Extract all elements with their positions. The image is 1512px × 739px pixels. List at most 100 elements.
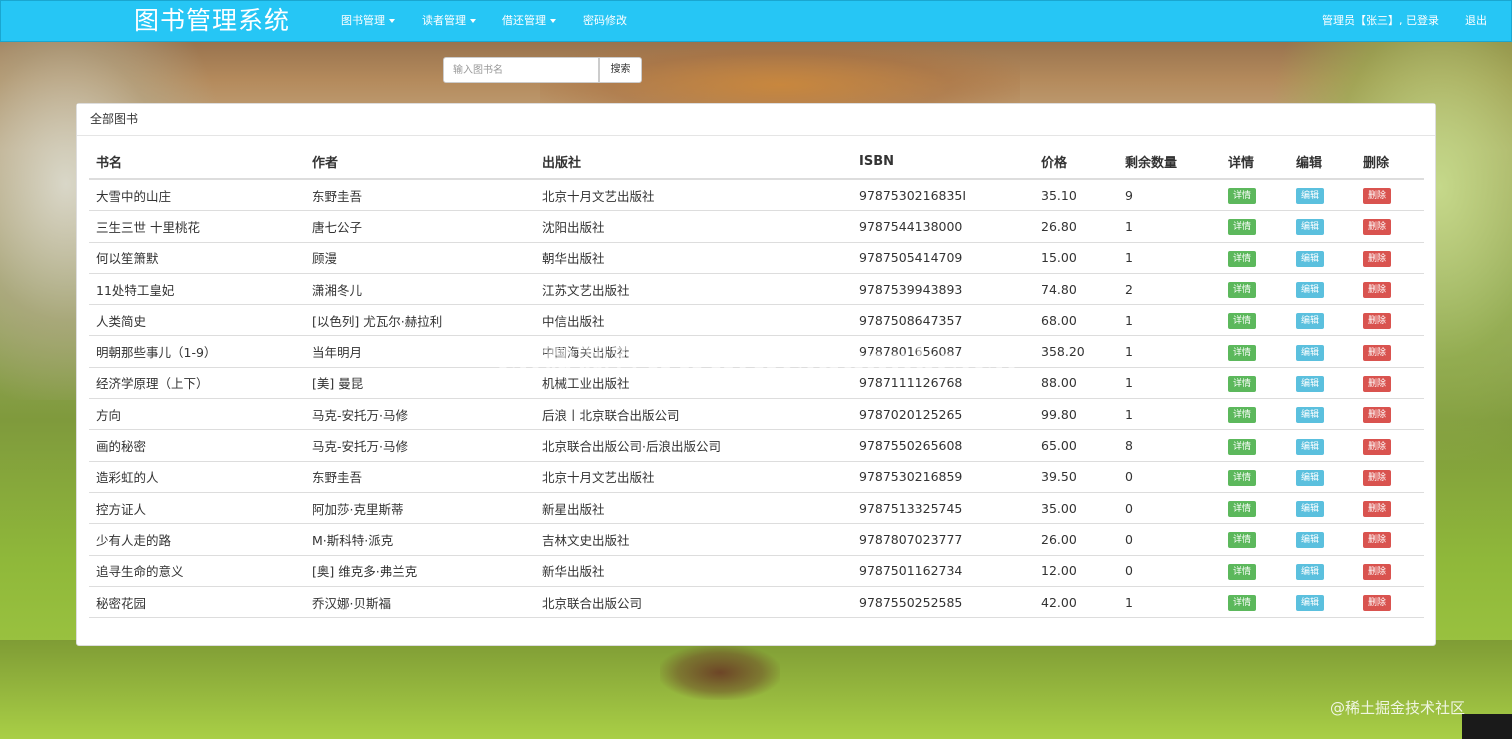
detail-button[interactable]: 详情 <box>1228 282 1257 299</box>
edit-button[interactable]: 编辑 <box>1296 188 1325 205</box>
edit-button[interactable]: 编辑 <box>1296 595 1325 611</box>
isbn-cell: 9787539943893 <box>852 273 1034 306</box>
app-title[interactable]: 图书管理系统 <box>134 5 290 37</box>
edit-button[interactable]: 编辑 <box>1296 469 1325 486</box>
stock-cell: 1 <box>1118 335 1221 368</box>
detail-button[interactable]: 详情 <box>1228 469 1257 486</box>
stock-cell: 1 <box>1118 242 1221 274</box>
nav-reader-management[interactable]: 读者管理 <box>422 1 476 41</box>
detail-cell: 详情 <box>1221 523 1289 556</box>
caret-down-icon <box>550 19 556 23</box>
edit-button[interactable]: 编辑 <box>1296 282 1325 299</box>
delete-button[interactable]: 删除 <box>1363 188 1392 205</box>
delete-button[interactable]: 删除 <box>1363 344 1392 361</box>
publisher-cell: 机械工业出版社 <box>535 367 852 400</box>
edit-button[interactable]: 编辑 <box>1296 219 1325 236</box>
edit-button[interactable]: 编辑 <box>1296 563 1325 580</box>
book-title-cell: 11处特工皇妃 <box>89 273 305 306</box>
price-cell: 74.80 <box>1034 273 1118 306</box>
detail-button[interactable]: 详情 <box>1228 595 1257 611</box>
edit-button[interactable]: 编辑 <box>1296 313 1325 330</box>
price-cell: 68.00 <box>1034 304 1118 337</box>
detail-button[interactable]: 详情 <box>1228 219 1257 236</box>
delete-button[interactable]: 删除 <box>1363 469 1392 486</box>
detail-button[interactable]: 详情 <box>1228 250 1257 267</box>
delete-button[interactable]: 删除 <box>1363 313 1392 330</box>
price-cell: 26.00 <box>1034 523 1118 556</box>
delete-button[interactable]: 删除 <box>1363 563 1392 580</box>
price-cell: 12.00 <box>1034 555 1118 587</box>
detail-button[interactable]: 详情 <box>1228 563 1257 580</box>
delete-cell: 删除 <box>1356 461 1424 493</box>
book-title-cell: 少有人走的路 <box>89 523 305 556</box>
delete-button[interactable]: 删除 <box>1363 595 1392 611</box>
nav-borrow-management[interactable]: 借还管理 <box>502 1 556 41</box>
table-row: 明朝那些事儿（1-9） 当年明月 中国海关出版社 9787801656087 358.2… <box>89 335 1424 368</box>
delete-button[interactable]: 删除 <box>1363 532 1392 549</box>
edit-cell: 编辑 <box>1289 398 1356 431</box>
delete-cell: 删除 <box>1356 304 1424 337</box>
publisher-cell: 吉林文史出版社 <box>535 523 852 556</box>
price-cell: 26.80 <box>1034 210 1118 243</box>
delete-button[interactable]: 删除 <box>1363 407 1392 424</box>
search-input[interactable] <box>443 57 599 83</box>
book-title-cell: 秘密花园 <box>89 586 305 619</box>
delete-button[interactable]: 删除 <box>1363 282 1392 299</box>
edit-button[interactable]: 编辑 <box>1296 344 1325 361</box>
isbn-cell: 9787111126768 <box>852 367 1034 400</box>
edit-button[interactable]: 编辑 <box>1296 375 1325 392</box>
edit-button[interactable]: 编辑 <box>1296 501 1325 518</box>
book-title-cell: 经济学原理（上下） <box>89 367 305 400</box>
footer-watermark: @稀土掘金技术社区 <box>1330 699 1466 717</box>
book-title-cell: 追寻生命的意义 <box>89 555 305 587</box>
isbn-cell: 9787550252585 <box>852 586 1034 619</box>
detail-button[interactable]: 详情 <box>1228 375 1257 392</box>
nav-book-management[interactable]: 图书管理 <box>341 1 395 41</box>
publisher-cell: 后浪丨北京联合出版公司 <box>535 398 852 431</box>
detail-button[interactable]: 详情 <box>1228 407 1257 424</box>
nav-label: 借还管理 <box>502 14 546 27</box>
isbn-cell: 9787505414709 <box>852 242 1034 274</box>
author-cell: M·斯科特·派克 <box>305 523 535 556</box>
delete-button[interactable]: 删除 <box>1363 250 1392 267</box>
delete-button[interactable]: 删除 <box>1363 438 1392 455</box>
edit-button[interactable]: 编辑 <box>1296 532 1325 549</box>
detail-button[interactable]: 详情 <box>1228 532 1257 549</box>
edit-button[interactable]: 编辑 <box>1296 438 1325 455</box>
delete-cell: 删除 <box>1356 210 1424 243</box>
table-row: 大雪中的山庄 东野圭吾 北京十月文艺出版社 9787530216835I 35.10 9 详… <box>89 179 1424 212</box>
edit-cell: 编辑 <box>1289 304 1356 337</box>
nav-label: 读者管理 <box>422 14 466 27</box>
search-button[interactable]: 搜索 <box>599 57 642 83</box>
publisher-cell: 北京十月文艺出版社 <box>535 179 852 212</box>
author-cell: 乔汉娜·贝斯福 <box>305 586 535 619</box>
edit-cell: 编辑 <box>1289 210 1356 243</box>
nav-change-password[interactable]: 密码修改 <box>583 1 627 41</box>
isbn-cell: 9787801656087 <box>852 335 1034 368</box>
edit-cell: 编辑 <box>1289 367 1356 400</box>
edit-button[interactable]: 编辑 <box>1296 250 1325 267</box>
stock-cell: 1 <box>1118 304 1221 337</box>
detail-button[interactable]: 详情 <box>1228 313 1257 330</box>
column-header: ISBN <box>852 145 1034 180</box>
panel-title: 全部图书 <box>77 104 1435 136</box>
detail-button[interactable]: 详情 <box>1228 438 1257 455</box>
delete-button[interactable]: 删除 <box>1363 375 1392 392</box>
stock-cell: 1 <box>1118 398 1221 431</box>
detail-button[interactable]: 详情 <box>1228 188 1257 205</box>
publisher-cell: 新星出版社 <box>535 492 852 525</box>
edit-button[interactable]: 编辑 <box>1296 407 1325 424</box>
author-cell: [美] 曼昆 <box>305 367 535 400</box>
stock-cell: 8 <box>1118 429 1221 462</box>
corner-overlay <box>1462 714 1512 739</box>
delete-button[interactable]: 删除 <box>1363 501 1392 518</box>
detail-button[interactable]: 详情 <box>1228 501 1257 518</box>
detail-cell: 详情 <box>1221 367 1289 400</box>
detail-button[interactable]: 详情 <box>1228 344 1257 361</box>
edit-cell: 编辑 <box>1289 523 1356 556</box>
author-cell: [奥] 维克多·弗兰克 <box>305 555 535 587</box>
delete-button[interactable]: 删除 <box>1363 219 1392 236</box>
stock-cell: 1 <box>1118 367 1221 400</box>
logout-link[interactable]: 退出 <box>1465 1 1487 41</box>
user-status[interactable]: 管理员【张三】, 已登录 <box>1322 1 1439 41</box>
